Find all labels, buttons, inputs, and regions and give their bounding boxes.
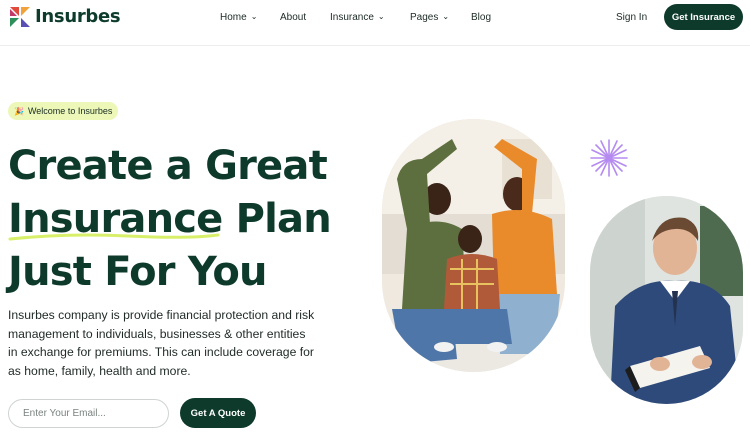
nav-item-about[interactable]: About <box>280 10 330 24</box>
nav-item-label: Home <box>220 11 247 23</box>
nav-item-pages[interactable]: Pages ⌄ <box>410 10 471 24</box>
family-illustration <box>382 119 565 372</box>
get-insurance-button[interactable]: Get Insurance <box>664 4 743 30</box>
nav-item-label: Insurance <box>330 11 374 23</box>
nav-item-label: About <box>280 11 307 23</box>
sign-in-link[interactable]: Sign In <box>616 12 647 23</box>
main-menu: Home ⌄ About Insurance ⌄ Pages ⌄ Blog <box>220 10 491 24</box>
nav-item-label: Pages <box>410 11 439 23</box>
brand-name: Insurbes <box>35 6 121 27</box>
nav-item-label: Blog <box>471 11 492 23</box>
nav-item-insurance[interactable]: Insurance ⌄ <box>330 10 410 24</box>
nav-item-blog[interactable]: Blog <box>471 10 491 24</box>
chevron-down-icon: ⌄ <box>442 12 450 21</box>
welcome-badge: 🎉 Welcome to Insurbes <box>8 102 119 120</box>
chevron-down-icon: ⌄ <box>250 12 258 21</box>
highlight-underline <box>8 233 220 241</box>
sparkle-decoration <box>590 139 628 177</box>
headline-line-2-rest: Plan <box>222 196 332 242</box>
headline-line-2: Insurance Plan <box>8 193 332 246</box>
hero-headline: Create a Great Insurance Plan Just For Y… <box>8 140 332 299</box>
chevron-down-icon: ⌄ <box>377 12 385 21</box>
nav-item-home[interactable]: Home ⌄ <box>220 10 280 24</box>
insurance-agent-photo <box>590 196 743 404</box>
logo-mark-icon <box>10 6 30 27</box>
brand-logo[interactable]: Insurbes <box>10 6 121 27</box>
get-quote-button[interactable]: Get A Quote <box>180 398 256 428</box>
welcome-badge-text: Welcome to Insurbes <box>27 106 113 116</box>
email-input[interactable] <box>8 399 169 428</box>
party-popper-icon: 🎉 <box>14 106 24 116</box>
hero-description: Insurbes company is provide financial pr… <box>8 308 315 378</box>
headline-line-3: Just For You <box>8 249 268 295</box>
headline-highlight-word: Insurance <box>8 196 223 242</box>
agent-illustration <box>590 196 743 404</box>
top-navbar: Insurbes Home ⌄ About Insurance ⌄ Pages … <box>0 0 750 46</box>
headline-line-1: Create a Great <box>8 143 328 189</box>
family-photo <box>382 119 565 372</box>
